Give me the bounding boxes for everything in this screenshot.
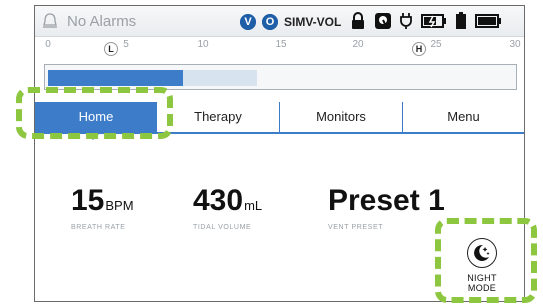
lock-icon [352,12,364,29]
scale-tick: 10 [197,39,209,50]
tab-underline [35,132,524,134]
nav-tabs: Home Therapy Monitors Menu [35,102,524,132]
battery-charging-icon [421,14,446,28]
scale-tick: 30 [509,39,521,50]
bell-icon [43,13,57,28]
ac-power-icon [400,13,412,29]
scale-tick: 20 [352,39,364,50]
high-limit-marker[interactable]: H [412,42,426,56]
tab-therapy[interactable]: Therapy [157,102,280,132]
moon-stars-icon [467,238,497,268]
gauge-fill [48,70,183,86]
low-limit-marker[interactable]: L [104,42,118,56]
scale-tick: 0 [45,39,51,50]
scale-tick: 25 [430,39,442,50]
breath-rate-label: BREATH RATE [71,224,126,231]
tidal-volume-value: 430 [193,184,244,217]
vent-preset-label: VENT PRESET [328,224,384,231]
rate-scale: 0 L 5 10 15 20 H 25 30 [35,37,524,61]
o-mode-badge: O [262,14,278,30]
night-mode-label: NIGHT MODE [467,273,497,293]
breath-rate-value: 15 [71,184,105,217]
tab-home[interactable]: Home [35,102,157,132]
active-tab-pointer [85,132,101,140]
night-mode-button[interactable]: NIGHT MODE [452,234,512,294]
external-battery-icon [475,14,501,28]
ventilator-screen: No Alarms V O SIMV-VOL 0 L 5 10 15 20 H … [34,5,525,302]
touch-lock-icon [375,13,391,29]
status-bar: No Alarms V O SIMV-VOL [35,6,524,37]
vent-preset-value: Preset 1 [328,184,445,217]
breath-rate-readout: 15BPM BREATH RATE [71,184,134,231]
internal-battery-icon [456,12,466,29]
ventilation-mode: SIMV-VOL [284,15,342,29]
tidal-volume-readout: 430mL TIDAL VOLUME [193,184,262,231]
tidal-volume-label: TIDAL VOLUME [193,224,252,231]
scale-tick: 5 [123,39,129,50]
vent-preset-readout: Preset 1 VENT PRESET [328,184,445,231]
scale-tick: 15 [275,39,287,50]
tab-menu[interactable]: Menu [403,102,524,132]
tab-monitors[interactable]: Monitors [280,102,403,132]
pressure-gauge [44,64,517,90]
alarm-status-text: No Alarms [67,13,137,30]
tidal-volume-unit: mL [244,198,263,213]
v-mode-badge: V [240,14,256,30]
breath-rate-unit: BPM [105,198,134,213]
